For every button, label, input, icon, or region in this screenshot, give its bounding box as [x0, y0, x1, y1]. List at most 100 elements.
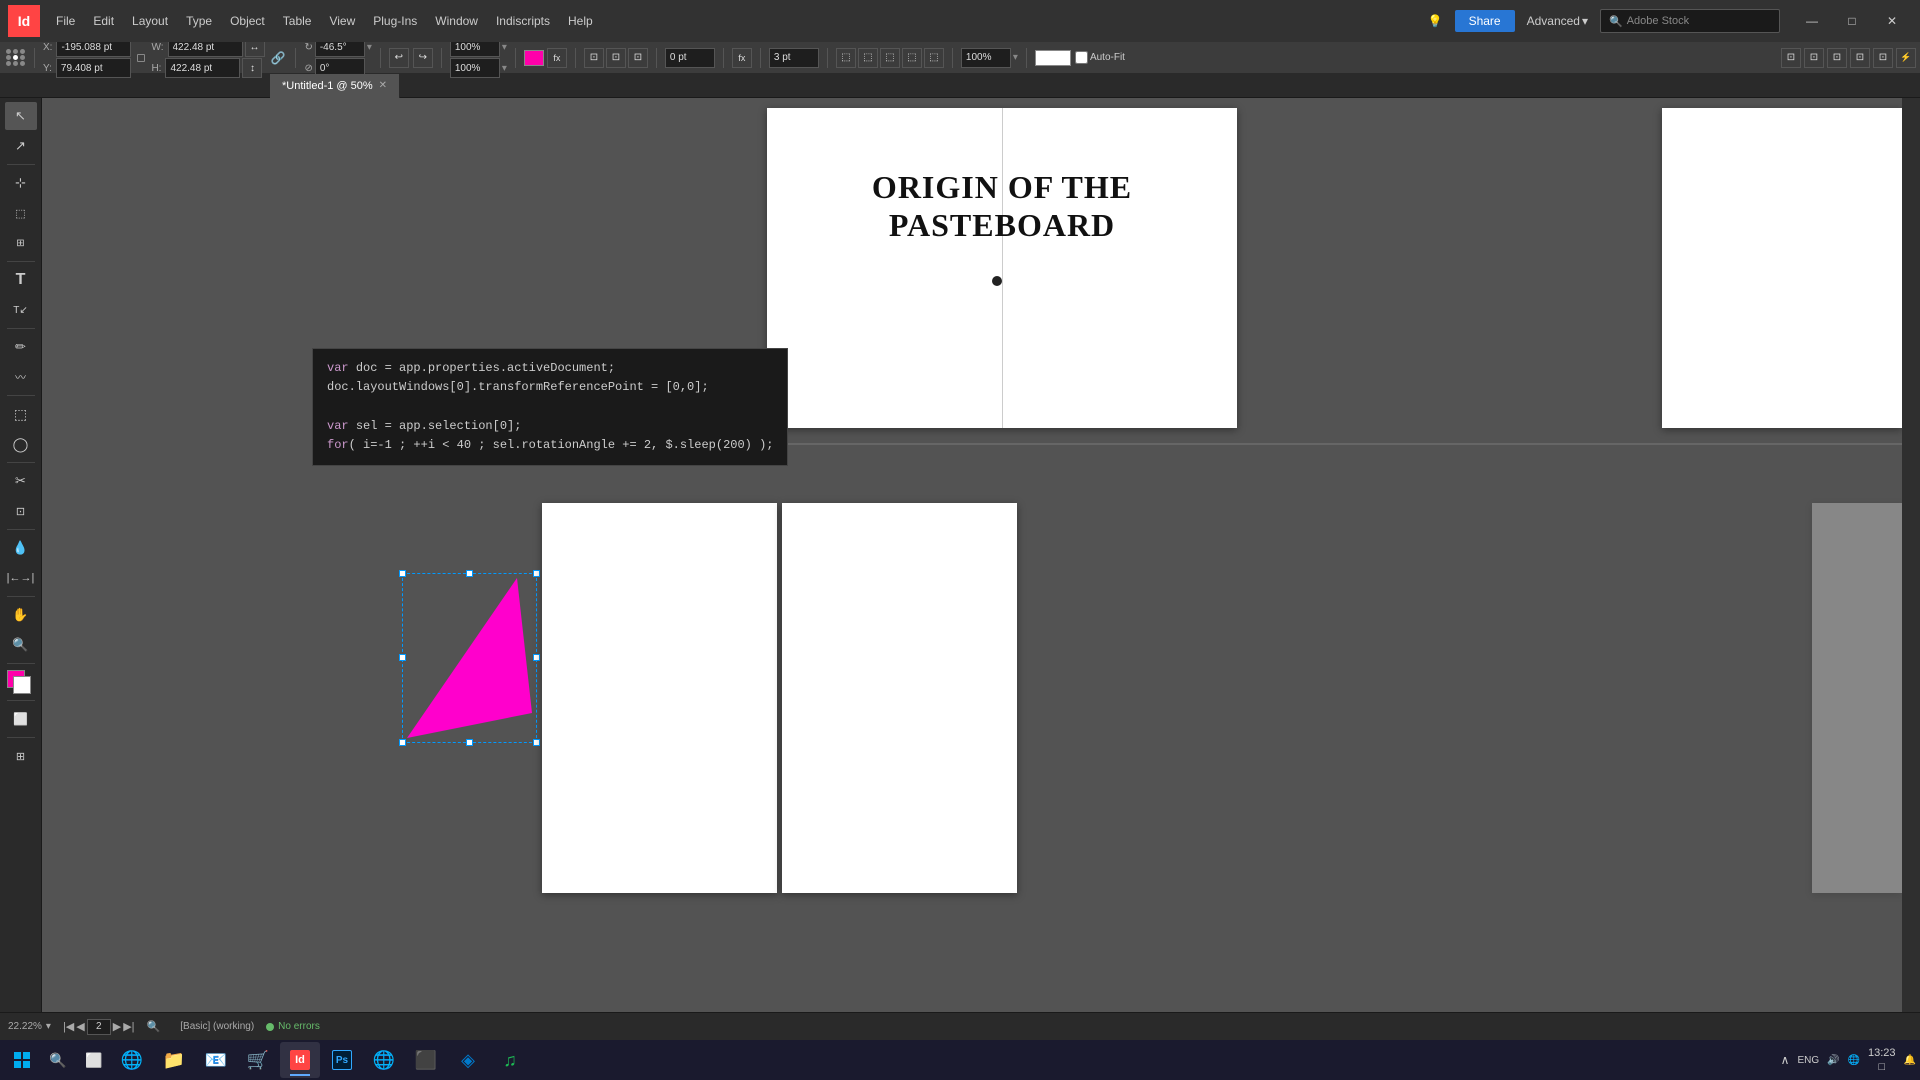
menu-type[interactable]: Type	[178, 10, 220, 32]
frame-btn5[interactable]: ⬚	[924, 48, 944, 68]
align-center-btn[interactable]: ⊡	[606, 48, 626, 68]
stroke-options-btn[interactable]: fx	[547, 48, 567, 68]
ellipse-btn[interactable]: ◯	[5, 430, 37, 458]
content-btn[interactable]: ⊞	[5, 229, 37, 257]
taskbar-network[interactable]: 🌐	[1848, 1055, 1860, 1066]
stroke-input[interactable]	[665, 48, 715, 68]
taskbar-language[interactable]: ENG	[1797, 1055, 1819, 1066]
first-page-btn[interactable]: |◀	[63, 1020, 74, 1033]
fill-stroke-widget[interactable]	[5, 668, 37, 696]
scale-y-dropdown[interactable]: ▾	[502, 63, 507, 74]
menu-edit[interactable]: Edit	[85, 10, 122, 32]
task-view-btn[interactable]: ⬜	[76, 1042, 112, 1078]
rect-frame-btn[interactable]: ⬚	[5, 400, 37, 428]
align-right-btn[interactable]: ⊡	[628, 48, 648, 68]
taskbar-terminal[interactable]: ⬛	[406, 1042, 446, 1078]
menu-file[interactable]: File	[48, 10, 83, 32]
type-path-btn[interactable]: T↙	[5, 296, 37, 324]
canvas-area[interactable]: var doc = app.properties.activeDocument;…	[42, 98, 1920, 1012]
document-tab[interactable]: *Untitled-1 @ 50% ✕	[270, 74, 400, 98]
menu-window[interactable]: Window	[427, 10, 486, 32]
taskbar-clock[interactable]: 13:23 □	[1868, 1046, 1896, 1075]
frame-btn2[interactable]: ⬚	[858, 48, 878, 68]
frame-btn1[interactable]: ⬚	[836, 48, 856, 68]
arrange-btn[interactable]: ⊡	[1804, 48, 1824, 68]
taskbar-mail[interactable]: 📧	[196, 1042, 236, 1078]
view-mode-btn[interactable]: ⬜	[5, 705, 37, 733]
frame-btn4[interactable]: ⬚	[902, 48, 922, 68]
hand-btn[interactable]: ✋	[5, 601, 37, 629]
direct-select-btn[interactable]: ↗	[5, 132, 37, 160]
type-tool-btn[interactable]: T	[5, 266, 37, 294]
page-input[interactable]	[87, 1019, 111, 1035]
reference-point-grid[interactable]	[4, 47, 26, 69]
pencil-tool-btn[interactable]: 〰	[5, 363, 37, 391]
workspace-btn[interactable]: ⚡	[1896, 48, 1916, 68]
page-tool-btn[interactable]: ⬚	[5, 199, 37, 227]
menu-help[interactable]: Help	[560, 10, 601, 32]
frame-btn3[interactable]: ⬚	[880, 48, 900, 68]
last-page-btn[interactable]: ▶|	[123, 1020, 134, 1033]
stroke-size-input[interactable]	[769, 48, 819, 68]
redo-btn[interactable]: ↪	[413, 48, 433, 68]
fill-color-swatch[interactable]	[524, 50, 544, 66]
lightbulb-icon[interactable]: 💡	[1428, 14, 1443, 28]
menu-view[interactable]: View	[321, 10, 363, 32]
maximize-button[interactable]: □	[1832, 0, 1872, 42]
h-input[interactable]	[165, 58, 240, 78]
zoom-dropdown-icon[interactable]: ▾	[46, 1021, 51, 1032]
taskbar-indesign[interactable]: Id	[280, 1042, 320, 1078]
scale-x-dropdown[interactable]: ▾	[502, 42, 507, 53]
share-button[interactable]: Share	[1455, 10, 1515, 32]
rotate-dropdown[interactable]: ▾	[367, 42, 372, 53]
taskbar-photoshop[interactable]: Ps	[322, 1042, 362, 1078]
free-transform-btn[interactable]: ⊡	[5, 497, 37, 525]
menu-object[interactable]: Object	[222, 10, 273, 32]
taskbar-volume[interactable]: 🔊	[1827, 1055, 1839, 1066]
menu-plugins[interactable]: Plug-Ins	[365, 10, 425, 32]
distribute-btn[interactable]: ⊡	[1827, 48, 1847, 68]
close-button[interactable]: ✕	[1872, 0, 1912, 42]
prev-page-btn[interactable]: ◀	[76, 1020, 84, 1033]
menu-layout[interactable]: Layout	[124, 10, 176, 32]
more-btn[interactable]: ⊡	[1873, 48, 1893, 68]
taskbar-spotify[interactable]: ♫	[490, 1042, 530, 1078]
scissors-btn[interactable]: ✂	[5, 467, 37, 495]
taskbar-store[interactable]: 🛒	[238, 1042, 278, 1078]
taskbar-edge[interactable]: 🌐	[112, 1042, 152, 1078]
grid-view-btn[interactable]: ⊞	[5, 742, 37, 770]
page-search-icon[interactable]: 🔍	[147, 1020, 161, 1033]
zoom-btn[interactable]: 🔍	[5, 631, 37, 659]
color-preview[interactable]	[1035, 50, 1071, 66]
select-tool-btn[interactable]: ↖	[5, 102, 37, 130]
undo-btn[interactable]: ↩	[389, 48, 409, 68]
taskbar-chrome[interactable]: 🌐	[364, 1042, 404, 1078]
y-input[interactable]	[56, 58, 131, 78]
start-btn[interactable]	[4, 1042, 40, 1078]
align-btn[interactable]: ⊡	[1850, 48, 1870, 68]
scale-y-input[interactable]	[450, 58, 500, 78]
effect-btn[interactable]: fx	[732, 48, 752, 68]
taskbar-vscode[interactable]: ◈	[448, 1042, 488, 1078]
align-left-btn[interactable]: ⊡	[584, 48, 604, 68]
menu-table[interactable]: Table	[275, 10, 320, 32]
zoom-input[interactable]	[961, 48, 1011, 68]
zoom-dropdown[interactable]: ▾	[1013, 52, 1018, 63]
minimize-button[interactable]: —	[1792, 0, 1832, 42]
advanced-button[interactable]: Advanced ▾	[1527, 14, 1588, 28]
tab-close-btn[interactable]: ✕	[379, 80, 387, 91]
measure-btn[interactable]: |←→|	[5, 564, 37, 592]
search-taskbar-btn[interactable]: 🔍	[40, 1042, 76, 1078]
constrain-icon[interactable]: 🔗	[271, 51, 286, 65]
pen-tool-btn[interactable]: ✏	[5, 333, 37, 361]
taskbar-notifications[interactable]: 🔔	[1904, 1055, 1916, 1066]
menu-indiscripts[interactable]: Indiscripts	[488, 10, 558, 32]
taskbar-explorer[interactable]: 📁	[154, 1042, 194, 1078]
gap-tool-btn[interactable]: ⊹	[5, 169, 37, 197]
flip-v-btn[interactable]: ↕	[242, 58, 262, 78]
search-bar[interactable]: 🔍 Adobe Stock	[1600, 9, 1780, 33]
taskbar-systray[interactable]: ∧	[1781, 1053, 1790, 1067]
eyedropper-btn[interactable]: 💧	[5, 534, 37, 562]
relink-btn[interactable]: ⊡	[1781, 48, 1801, 68]
auto-fit-checkbox[interactable]	[1075, 51, 1088, 64]
